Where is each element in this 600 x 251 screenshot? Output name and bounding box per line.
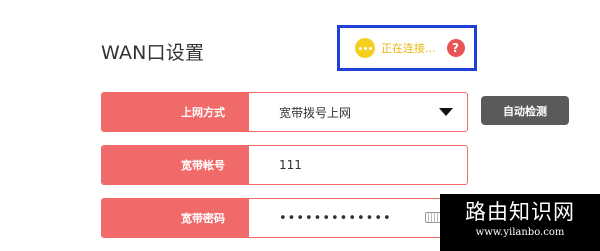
- account-value: 111: [279, 158, 302, 172]
- page-title: WAN口设置: [101, 42, 205, 64]
- connection-status-panel: 正在连接... ?: [337, 25, 477, 71]
- password-value: •••••••••••••: [279, 210, 392, 226]
- watermark: 路由知识网 www.yilanbo.com: [440, 194, 600, 251]
- connection-status-text: 正在连接...: [381, 42, 436, 55]
- connection-type-select[interactable]: 上网方式 宽带拨号上网: [101, 92, 468, 132]
- password-label: 宽带密码: [102, 199, 249, 237]
- watermark-title: 路由知识网: [465, 200, 575, 224]
- password-input[interactable]: •••••••••••••: [249, 199, 467, 237]
- password-row: 宽带密码 •••••••••••••: [101, 198, 468, 238]
- dropdown-arrow-icon[interactable]: [439, 108, 453, 116]
- account-row: 宽带帐号 111: [101, 145, 468, 185]
- keyboard-icon[interactable]: [425, 212, 441, 223]
- connection-type-label: 上网方式: [102, 93, 249, 131]
- help-icon[interactable]: ?: [446, 39, 465, 57]
- connection-type-value: 宽带拨号上网: [279, 105, 352, 120]
- auto-detect-button[interactable]: 自动检测: [481, 96, 569, 125]
- account-label: 宽带帐号: [102, 146, 249, 184]
- loading-dots-icon: [355, 38, 375, 58]
- account-input[interactable]: 111: [249, 146, 467, 184]
- connection-type-field[interactable]: 宽带拨号上网: [249, 93, 467, 131]
- watermark-url: www.yilanbo.com: [475, 227, 565, 238]
